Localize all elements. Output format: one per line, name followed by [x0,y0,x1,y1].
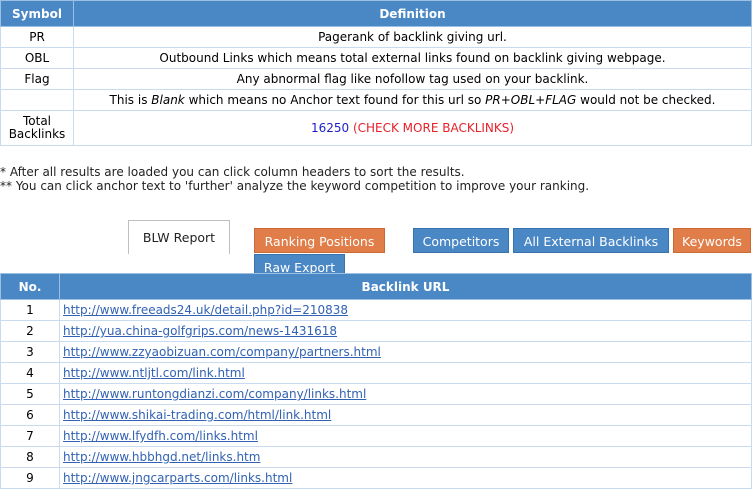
legend-definition: Outbound Links which means total externa… [73,47,752,69]
url-cell: http://www.shikai-trading.com/html/link.… [59,404,752,426]
legend-definition: This is Blank which means no Anchor text… [73,89,752,111]
row-number: 7 [0,425,60,447]
row-number: 2 [0,320,60,342]
legend-definition-text: This is [109,93,152,107]
backlink-url-link[interactable]: http://www.lfydfh.com/links.html [63,429,258,443]
total-label-line2: Backlinks [8,127,66,141]
column-header-no[interactable]: No. [0,273,60,300]
legend-row: Flag Any abnormal flag like nofollow tag… [0,68,752,90]
table-row: 2 http://yua.china-golfgrips.com/news-143… [0,320,752,342]
total-label-line1: Total [22,114,52,128]
url-cell: http://www.freeads24.uk/detail.php?id=21… [59,299,752,321]
table-row: 3 http://www.zzyaobizuan.com/company/part… [0,341,752,363]
url-cell: http://www.hbbhgd.net/links.htm [59,446,752,468]
table-row: 7 http://www.lfydfh.com/links.html [0,425,752,447]
row-number: 1 [0,299,60,321]
tab-competitors[interactable]: Competitors [413,228,509,253]
table-row: 6 http://www.shikai-trading.com/html/link… [0,404,752,426]
backlink-url-link[interactable]: http://yua.china-golfgrips.com/news-1431… [63,324,337,338]
legend-table: Symbol Definition PR Pagerank of backlin… [0,0,752,146]
backlink-url-link[interactable]: http://www.ntljtl.com/link.html [63,366,245,380]
legend-symbol: OBL [0,47,74,69]
total-backlinks-count: 16250 [310,121,350,135]
table-row: 8 http://www.hbbhgd.net/links.htm [0,446,752,468]
backlink-url-link[interactable]: http://www.hbbhgd.net/links.htm [63,450,260,464]
backlink-url-link[interactable]: http://www.zzyaobizuan.com/company/partn… [63,345,381,359]
table-row: 4 http://www.ntljtl.com/link.html [0,362,752,384]
url-cell: http://www.jngcarparts.com/links.html [59,467,752,489]
legend-definition: Pagerank of backlink giving url. [73,26,752,48]
tab-ranking-positions[interactable]: Ranking Positions [254,228,385,253]
legend-symbol [0,89,74,111]
tab-all-external-backlinks[interactable]: All External Backlinks [513,228,669,253]
check-more-backlinks-link[interactable]: (CHECK MORE BACKLINKS) [353,121,514,135]
url-cell: http://yua.china-golfgrips.com/news-1431… [59,320,752,342]
tab-blw-report[interactable]: BLW Report [128,220,230,254]
legend-definition: Any abnormal flag like nofollow tag used… [73,68,752,90]
backlink-url-link[interactable]: http://www.jngcarparts.com/links.html [63,471,292,485]
row-number: 6 [0,404,60,426]
legend-header-definition: Definition [73,0,752,27]
total-backlinks-row: Total Backlinks 16250 (CHECK MORE BACKLIN… [0,110,752,146]
legend-header-symbol: Symbol [0,0,74,27]
url-cell: http://www.lfydfh.com/links.html [59,425,752,447]
url-cell: http://www.runtongdianzi.com/company/lin… [59,383,752,405]
legend-row: PR Pagerank of backlink giving url. [0,26,752,48]
legend-symbol: Flag [0,68,74,90]
total-backlinks-value: 16250 (CHECK MORE BACKLINKS) [73,110,752,146]
legend-symbol: PR [0,26,74,48]
backlink-url-link[interactable]: http://www.shikai-trading.com/html/link.… [63,408,331,422]
backlink-url-link[interactable]: http://www.runtongdianzi.com/company/lin… [63,387,366,401]
legend-definition-text: which means no Anchor text found for thi… [184,93,486,107]
tab-keywords[interactable]: Keywords [673,228,751,253]
legend-row: This is Blank which means no Anchor text… [0,89,752,111]
pr-obl-flag-term: PR+OBL+FLAG [485,93,577,107]
note-sort: * After all results are loaded you can c… [0,165,465,179]
row-number: 4 [0,362,60,384]
note-anchor: ** You can click anchor text to 'further… [0,179,590,193]
url-cell: http://www.zzyaobizuan.com/company/partn… [59,341,752,363]
row-number: 8 [0,446,60,468]
table-row: 9 http://www.jngcarparts.com/links.html [0,467,752,489]
row-number: 5 [0,383,60,405]
notes: * After all results are loaded you can c… [0,165,589,193]
table-row: 5 http://www.runtongdianzi.com/company/li… [0,383,752,405]
url-cell: http://www.ntljtl.com/link.html [59,362,752,384]
legend-row: OBL Outbound Links which means total ext… [0,47,752,69]
blank-term: Blank [151,93,185,107]
total-backlinks-label: Total Backlinks [0,110,74,146]
column-header-backlink-url[interactable]: Backlink URL [59,273,752,300]
row-number: 9 [0,467,60,489]
backlink-url-link[interactable]: http://www.freeads24.uk/detail.php?id=21… [63,303,348,317]
backlinks-table: No. Backlink URL 1 http://www.freeads24.u… [0,273,752,489]
row-number: 3 [0,341,60,363]
table-row: 1 http://www.freeads24.uk/detail.php?id=2… [0,299,752,321]
legend-definition-text: would not be checked. [576,93,716,107]
